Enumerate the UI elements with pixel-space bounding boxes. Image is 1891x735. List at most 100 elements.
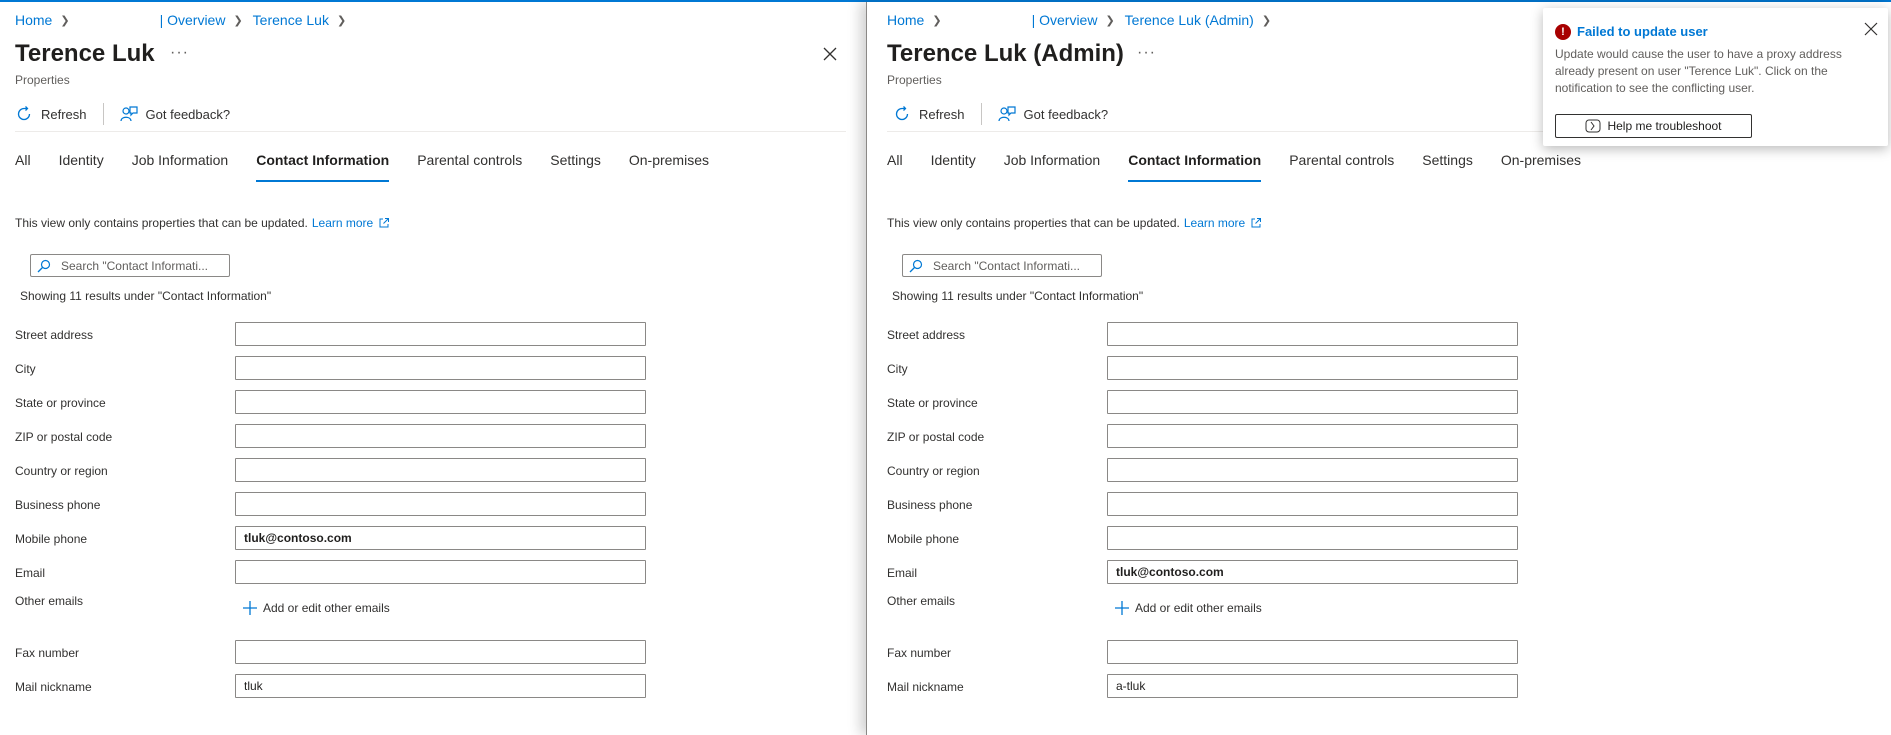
toolbar: Refresh Got feedback? — [15, 102, 230, 126]
refresh-button[interactable]: Refresh — [893, 102, 965, 126]
learn-more-link[interactable]: Learn more — [312, 216, 373, 230]
field-row-mail-nickname: Mail nickname a-tluk — [887, 674, 1587, 700]
results-count: Showing 11 results under "Contact Inform… — [892, 289, 1144, 303]
mobile-phone-field[interactable]: tluk@contoso.com — [235, 526, 646, 550]
refresh-button[interactable]: Refresh — [15, 102, 87, 126]
field-label: Other emails — [887, 594, 956, 608]
tab-all[interactable]: All — [15, 152, 31, 182]
search-input[interactable]: Search "Contact Informati... — [902, 254, 1102, 277]
street-address-field[interactable] — [1107, 322, 1518, 346]
info-message: This view only contains properties that … — [887, 216, 1262, 230]
chevron-right-icon: ❯ — [1105, 14, 1115, 27]
tab-settings[interactable]: Settings — [1422, 152, 1473, 182]
notification-message: Update would cause the user to have a pr… — [1555, 47, 1842, 95]
business-phone-field[interactable] — [1107, 492, 1518, 516]
field-label: City — [887, 362, 908, 376]
tab-identity[interactable]: Identity — [931, 152, 976, 182]
chevron-right-icon: ❯ — [336, 14, 347, 27]
field-row-city: City — [887, 356, 1587, 382]
tab-contact-information[interactable]: Contact Information — [256, 152, 390, 182]
tab-all[interactable]: All — [887, 152, 903, 182]
field-label: Street address — [15, 328, 94, 342]
close-icon[interactable] — [822, 46, 838, 62]
city-field[interactable] — [1107, 356, 1518, 380]
breadcrumb-overview[interactable]: | Overview — [1032, 12, 1098, 28]
external-link-icon[interactable] — [378, 217, 390, 229]
tab-contact-information[interactable]: Contact Information — [1128, 152, 1262, 182]
more-options-button[interactable]: ··· — [170, 44, 189, 62]
field-row-business-phone: Business phone — [15, 492, 715, 518]
state-field[interactable] — [1107, 390, 1518, 414]
field-label: Mobile phone — [887, 532, 960, 546]
city-field[interactable] — [235, 356, 646, 380]
error-icon: ! — [1555, 24, 1571, 40]
tab-job-information[interactable]: Job Information — [1004, 152, 1101, 182]
field-row-country: Country or region — [887, 458, 1587, 484]
tab-settings[interactable]: Settings — [550, 152, 601, 182]
field-row-other-emails: Other emails Add or edit other emails — [15, 592, 715, 618]
error-notification[interactable]: ! Failed to update user Update would cau… — [1543, 8, 1888, 146]
tab-on-premises[interactable]: On-premises — [1501, 152, 1581, 182]
zip-field[interactable] — [1107, 424, 1518, 448]
info-message: This view only contains properties that … — [15, 216, 390, 230]
help-troubleshoot-label: Help me troubleshoot — [1607, 119, 1722, 133]
search-icon — [909, 259, 923, 272]
business-phone-field[interactable] — [235, 492, 646, 516]
breadcrumb-overview[interactable]: | Overview — [160, 12, 226, 28]
close-icon[interactable] — [1864, 22, 1878, 36]
search-icon — [37, 259, 51, 272]
breadcrumb-home[interactable]: Home — [887, 12, 924, 28]
fax-field[interactable] — [1107, 640, 1518, 664]
plus-icon — [1115, 601, 1129, 615]
feedback-button[interactable]: Got feedback? — [119, 102, 231, 126]
field-row-fax: Fax number — [887, 640, 1587, 666]
tab-job-information[interactable]: Job Information — [132, 152, 229, 182]
country-field[interactable] — [1107, 458, 1518, 482]
country-field[interactable] — [235, 458, 646, 482]
search-input[interactable]: Search "Contact Informati... — [30, 254, 230, 277]
field-label: Country or region — [15, 464, 108, 478]
field-label: Email — [887, 566, 918, 580]
field-row-street-address: Street address — [15, 322, 715, 348]
help-troubleshoot-button[interactable]: Help me troubleshoot — [1555, 114, 1752, 138]
tab-strip: All Identity Job Information Contact Inf… — [887, 152, 1609, 182]
mail-nickname-field[interactable]: a-tluk — [1107, 674, 1518, 698]
breadcrumb-user[interactable]: Terence Luk (Admin) — [1125, 12, 1254, 28]
page-subtitle: Properties — [887, 73, 942, 87]
feedback-icon — [119, 106, 138, 122]
field-label: Fax number — [887, 646, 952, 660]
fax-field[interactable] — [235, 640, 646, 664]
feedback-icon — [997, 106, 1016, 122]
tab-parental-controls[interactable]: Parental controls — [417, 152, 522, 182]
breadcrumb-home[interactable]: Home — [15, 12, 52, 28]
feedback-label: Got feedback? — [145, 106, 231, 122]
breadcrumb-user[interactable]: Terence Luk — [253, 12, 329, 28]
feedback-button[interactable]: Got feedback? — [997, 102, 1109, 126]
mail-nickname-field[interactable]: tluk — [235, 674, 646, 698]
tab-on-premises[interactable]: On-premises — [629, 152, 709, 182]
external-link-icon[interactable] — [1250, 217, 1262, 229]
chevron-right-icon: ❯ — [932, 14, 942, 27]
feedback-label: Got feedback? — [1023, 106, 1109, 122]
add-other-emails-button[interactable]: Add or edit other emails — [1115, 601, 1262, 615]
field-label: State or province — [15, 396, 106, 410]
tab-identity[interactable]: Identity — [59, 152, 104, 182]
field-label: Email — [15, 566, 46, 580]
info-text: This view only contains properties that … — [15, 216, 308, 230]
mobile-phone-field[interactable] — [1107, 526, 1518, 550]
email-field[interactable]: tluk@contoso.com — [1107, 560, 1518, 584]
tab-parental-controls[interactable]: Parental controls — [1289, 152, 1394, 182]
plus-icon — [243, 601, 257, 615]
results-count: Showing 11 results under "Contact Inform… — [20, 289, 272, 303]
state-field[interactable] — [235, 390, 646, 414]
zip-field[interactable] — [235, 424, 646, 448]
field-row-country: Country or region — [15, 458, 715, 484]
email-field[interactable] — [235, 560, 646, 584]
more-options-button[interactable]: ··· — [1137, 44, 1156, 62]
learn-more-link[interactable]: Learn more — [1184, 216, 1245, 230]
add-other-emails-button[interactable]: Add or edit other emails — [243, 601, 390, 615]
field-row-mail-nickname: Mail nickname tluk — [15, 674, 715, 700]
field-label: ZIP or postal code — [15, 430, 113, 444]
street-address-field[interactable] — [235, 322, 646, 346]
field-row-zip: ZIP or postal code — [887, 424, 1587, 450]
